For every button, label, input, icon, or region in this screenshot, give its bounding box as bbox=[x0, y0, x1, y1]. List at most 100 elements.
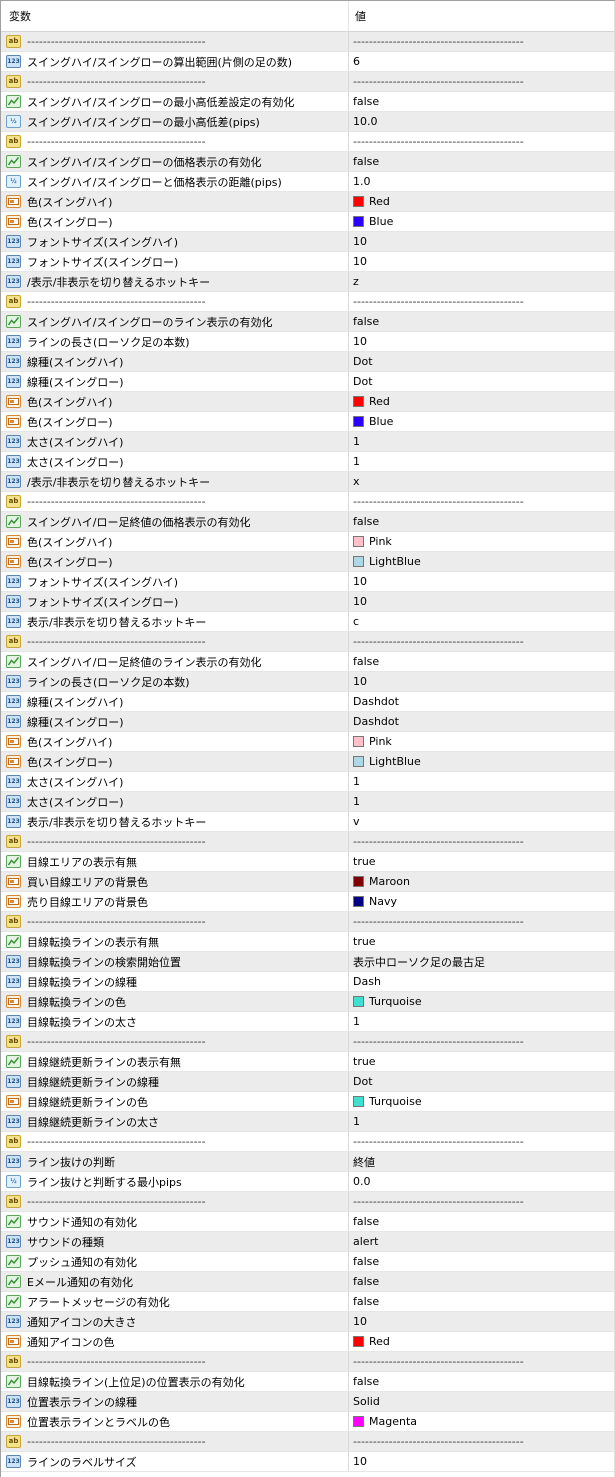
value-cell[interactable]: false bbox=[349, 1252, 615, 1271]
table-row[interactable]: ab --------------------------------------… bbox=[1, 132, 615, 152]
value-cell[interactable]: 10 bbox=[349, 592, 615, 611]
table-row[interactable]: 123 表示/非表示を切り替えるホットキー c bbox=[1, 612, 615, 632]
value-cell[interactable]: Blue bbox=[349, 212, 615, 231]
variable-cell[interactable]: 目線エリアの表示有無 bbox=[1, 852, 349, 871]
variable-cell[interactable]: 目線継続更新ラインの色 bbox=[1, 1092, 349, 1111]
table-row[interactable]: ½ スイングハイ/スイングローと価格表示の距離(pips) 1.0 bbox=[1, 172, 615, 192]
variable-cell[interactable]: 123 太さ(スイングハイ) bbox=[1, 432, 349, 451]
table-row[interactable]: 目線エリアの表示有無 true bbox=[1, 852, 615, 872]
table-row[interactable]: 123 フォントサイズ(スイングロー) 10 bbox=[1, 252, 615, 272]
value-cell[interactable]: alert bbox=[349, 1232, 615, 1251]
value-cell[interactable]: 終値 bbox=[349, 1152, 615, 1171]
value-cell[interactable]: 1 bbox=[349, 792, 615, 811]
table-row[interactable]: 123 ライン抜けの判断 終値 bbox=[1, 1152, 615, 1172]
value-cell[interactable]: Maroon bbox=[349, 872, 615, 891]
variable-cell[interactable]: ab --------------------------------------… bbox=[1, 492, 349, 511]
table-row[interactable]: ab --------------------------------------… bbox=[1, 632, 615, 652]
table-row[interactable]: 123 フォントサイズ(スイングハイ) 10 bbox=[1, 572, 615, 592]
variable-cell[interactable]: 123 表示/非表示を切り替えるホットキー bbox=[1, 812, 349, 831]
value-cell[interactable]: false bbox=[349, 1272, 615, 1291]
value-cell[interactable]: Blue bbox=[349, 412, 615, 431]
variable-cell[interactable]: 123 サウンドの種類 bbox=[1, 1232, 349, 1251]
value-cell[interactable]: LightBlue bbox=[349, 552, 615, 571]
table-row[interactable]: 123 表示/非表示を切り替えるホットキー v bbox=[1, 812, 615, 832]
value-cell[interactable]: c bbox=[349, 612, 615, 631]
value-cell[interactable]: ----------------------------------------… bbox=[349, 1352, 615, 1371]
table-row[interactable]: ½ スイングハイ/スイングローの最小高低差(pips) 10.0 bbox=[1, 112, 615, 132]
value-cell[interactable]: 10 bbox=[349, 1312, 615, 1331]
value-cell[interactable]: ----------------------------------------… bbox=[349, 832, 615, 851]
value-cell[interactable]: false bbox=[349, 1212, 615, 1231]
variable-cell[interactable]: 123 目線継続更新ラインの太さ bbox=[1, 1112, 349, 1131]
variable-cell[interactable]: 通知アイコンの色 bbox=[1, 1332, 349, 1351]
table-row[interactable]: ab --------------------------------------… bbox=[1, 832, 615, 852]
variable-cell[interactable]: アラートメッセージの有効化 bbox=[1, 1292, 349, 1311]
table-row[interactable]: 目線継続更新ラインの色 Turquoise bbox=[1, 1092, 615, 1112]
variable-cell[interactable]: 123/表示/非表示を切り替えるホットキー bbox=[1, 472, 349, 491]
variable-cell[interactable]: ab --------------------------------------… bbox=[1, 292, 349, 311]
table-row[interactable]: 123 線種(スイングハイ) Dot bbox=[1, 352, 615, 372]
table-row[interactable]: 目線転換ライン(上位足)の位置表示の有効化 false bbox=[1, 1372, 615, 1392]
variable-cell[interactable]: ab --------------------------------------… bbox=[1, 1132, 349, 1151]
variable-cell[interactable]: 123 表示/非表示を切り替えるホットキー bbox=[1, 612, 349, 631]
variable-cell[interactable]: 123 太さ(スイングハイ) bbox=[1, 772, 349, 791]
value-cell[interactable]: false bbox=[349, 92, 615, 111]
variable-cell[interactable]: ab --------------------------------------… bbox=[1, 912, 349, 931]
table-row[interactable]: ab --------------------------------------… bbox=[1, 1192, 615, 1212]
variable-cell[interactable]: スイングハイ/スイングローの最小高低差設定の有効化 bbox=[1, 92, 349, 111]
table-row[interactable]: 123 太さ(スイングロー) 1 bbox=[1, 452, 615, 472]
variable-cell[interactable]: ½ スイングハイ/スイングローと価格表示の距離(pips) bbox=[1, 172, 349, 191]
variable-cell[interactable]: 123 線種(スイングハイ) bbox=[1, 692, 349, 711]
variable-cell[interactable]: 目線転換ラインの表示有無 bbox=[1, 932, 349, 951]
value-cell[interactable]: ----------------------------------------… bbox=[349, 1032, 615, 1051]
variable-cell[interactable]: 123 太さ(スイングロー) bbox=[1, 792, 349, 811]
value-cell[interactable]: 10 bbox=[349, 252, 615, 271]
variable-cell[interactable]: 目線継続更新ラインの表示有無 bbox=[1, 1052, 349, 1071]
variable-cell[interactable]: 色(スイングロー) bbox=[1, 752, 349, 771]
table-row[interactable]: スイングハイ/ロー足終値のライン表示の有効化 false bbox=[1, 652, 615, 672]
table-row[interactable]: 色(スイングロー) Blue bbox=[1, 212, 615, 232]
table-row[interactable]: ab --------------------------------------… bbox=[1, 1432, 615, 1452]
value-cell[interactable]: Turquoise bbox=[349, 1092, 615, 1111]
table-row[interactable]: 123 太さ(スイングハイ) 1 bbox=[1, 772, 615, 792]
variable-cell[interactable]: スイングハイ/ロー足終値の価格表示の有効化 bbox=[1, 512, 349, 531]
table-row[interactable]: アラートメッセージの有効化 false bbox=[1, 1292, 615, 1312]
variable-cell[interactable]: Eメール通知の有効化 bbox=[1, 1272, 349, 1291]
value-cell[interactable]: false bbox=[349, 312, 615, 331]
value-cell[interactable]: Red bbox=[349, 192, 615, 211]
value-cell[interactable]: ----------------------------------------… bbox=[349, 1192, 615, 1211]
value-cell[interactable]: false bbox=[349, 512, 615, 531]
table-row[interactable]: 色(スイングハイ) Pink bbox=[1, 732, 615, 752]
variable-cell[interactable]: 123 フォントサイズ(スイングロー) bbox=[1, 592, 349, 611]
value-cell[interactable]: ----------------------------------------… bbox=[349, 492, 615, 511]
value-cell[interactable]: Dot bbox=[349, 372, 615, 391]
table-row[interactable]: 123 ラインの長さ(ローソク足の本数) 10 bbox=[1, 672, 615, 692]
variable-cell[interactable]: ½ スイングハイ/スイングローの最小高低差(pips) bbox=[1, 112, 349, 131]
value-cell[interactable]: v bbox=[349, 812, 615, 831]
variable-cell[interactable]: 123 目線転換ラインの線種 bbox=[1, 972, 349, 991]
value-cell[interactable]: 1.0 bbox=[349, 172, 615, 191]
value-cell[interactable]: 1 bbox=[349, 772, 615, 791]
variable-cell[interactable]: 123 フォントサイズ(スイングロー) bbox=[1, 252, 349, 271]
value-cell[interactable]: ----------------------------------------… bbox=[349, 72, 615, 91]
table-row[interactable]: 売り目線エリアの背景色 Navy bbox=[1, 892, 615, 912]
variable-cell[interactable]: サウンド通知の有効化 bbox=[1, 1212, 349, 1231]
variable-cell[interactable]: 色(スイングロー) bbox=[1, 552, 349, 571]
value-cell[interactable]: true bbox=[349, 852, 615, 871]
variable-cell[interactable]: 123 線種(スイングハイ) bbox=[1, 352, 349, 371]
value-cell[interactable]: false bbox=[349, 152, 615, 171]
column-header-variable[interactable]: 変数 bbox=[1, 1, 349, 31]
value-cell[interactable]: ----------------------------------------… bbox=[349, 292, 615, 311]
variable-cell[interactable]: プッシュ通知の有効化 bbox=[1, 1252, 349, 1271]
table-row[interactable]: ab --------------------------------------… bbox=[1, 32, 615, 52]
table-row[interactable]: 色(スイングロー) LightBlue bbox=[1, 552, 615, 572]
variable-cell[interactable]: 目線転換ラインの色 bbox=[1, 992, 349, 1011]
variable-cell[interactable]: ab --------------------------------------… bbox=[1, 1352, 349, 1371]
variable-cell[interactable]: ½ ライン抜けと判断する最小pips bbox=[1, 1172, 349, 1191]
variable-cell[interactable]: ab --------------------------------------… bbox=[1, 632, 349, 651]
value-cell[interactable]: 10 bbox=[349, 332, 615, 351]
value-cell[interactable]: Turquoise bbox=[349, 992, 615, 1011]
variable-cell[interactable]: 123 通知アイコンの大きさ bbox=[1, 1312, 349, 1331]
variable-cell[interactable]: 123 太さ(スイングロー) bbox=[1, 452, 349, 471]
table-row[interactable]: ab --------------------------------------… bbox=[1, 1032, 615, 1052]
